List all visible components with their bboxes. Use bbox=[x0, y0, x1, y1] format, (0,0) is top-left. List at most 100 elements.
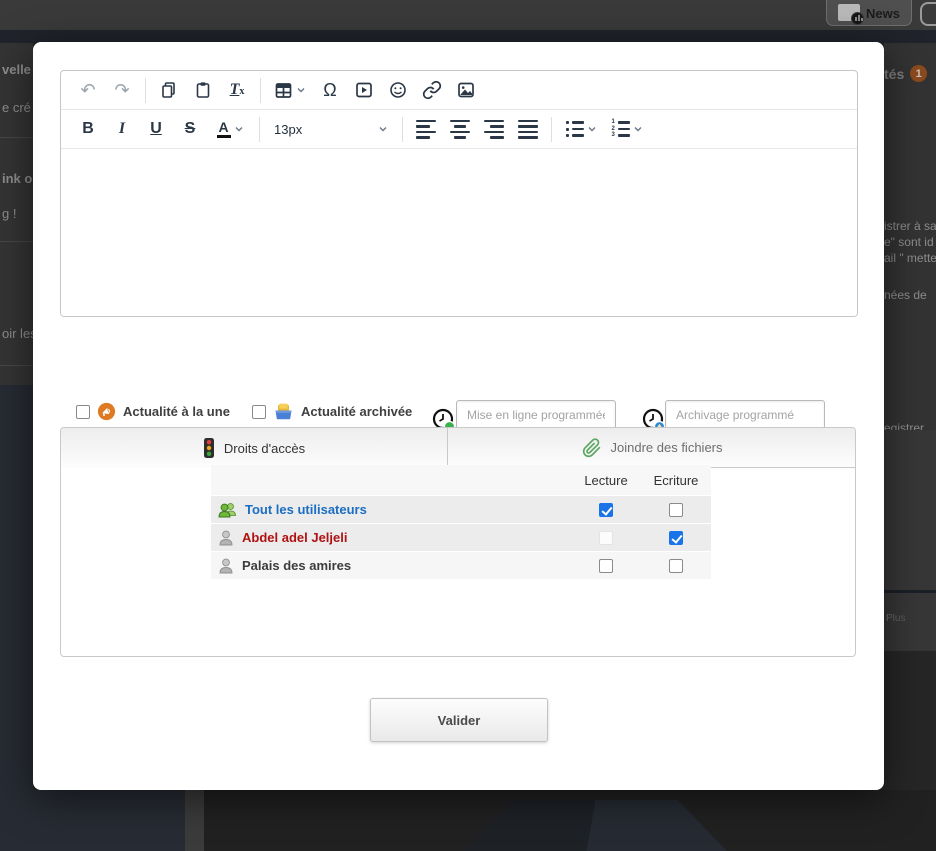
insert-link-button[interactable] bbox=[415, 74, 449, 106]
megaphone-orange-circle-icon bbox=[97, 402, 116, 421]
archive-date-input[interactable] bbox=[665, 400, 825, 430]
italic-button[interactable]: I bbox=[105, 113, 139, 145]
align-justify-button[interactable] bbox=[511, 113, 545, 145]
bg-text-fragment: g ! bbox=[2, 206, 16, 221]
news-editor-modal: ↶ ↷ bbox=[33, 42, 884, 790]
insert-media-button[interactable] bbox=[347, 74, 381, 106]
text-color-icon: A bbox=[217, 120, 231, 138]
tab-panel: Droits d'accès Joindre des fichiers Lect… bbox=[60, 427, 856, 657]
archive-box-icon bbox=[273, 402, 294, 421]
bg-text-fragment: e" sont id bbox=[884, 235, 934, 249]
smiley-icon bbox=[388, 80, 408, 100]
special-character-button[interactable]: Ω bbox=[313, 74, 347, 106]
copy-button[interactable] bbox=[152, 74, 186, 106]
notification-count-badge: 1 bbox=[910, 65, 927, 82]
ecriture-checkbox[interactable] bbox=[669, 559, 683, 573]
une-checkbox[interactable] bbox=[76, 405, 90, 419]
redo-button[interactable]: ↷ bbox=[105, 74, 139, 106]
clear-formatting-button[interactable]: Tx bbox=[220, 74, 254, 106]
column-header-lecture: Lecture bbox=[571, 473, 641, 488]
bg-text-fragment: e cré bbox=[2, 100, 31, 115]
background-top-bar: News bbox=[0, 0, 936, 30]
access-rights-table: Lecture Ecriture Tout les utilisateurs A… bbox=[211, 465, 711, 579]
ecriture-checkbox[interactable] bbox=[669, 531, 683, 545]
insert-image-button[interactable] bbox=[449, 74, 483, 106]
row-user-name: Tout les utilisateurs bbox=[245, 502, 367, 517]
une-checkbox-label: Actualité à la une bbox=[123, 404, 230, 419]
underline-button[interactable]: U bbox=[139, 113, 173, 145]
chevron-down-icon bbox=[587, 124, 597, 134]
bullet-list-button[interactable] bbox=[558, 113, 604, 145]
bg-text-fragment: ink o bbox=[2, 171, 32, 186]
background-right-edge: tés 1 istrer à sa e" sont id ail " mette… bbox=[884, 43, 936, 790]
undo-button[interactable]: ↶ bbox=[71, 74, 105, 106]
bold-button[interactable]: B bbox=[71, 113, 105, 145]
valider-button[interactable]: Valider bbox=[370, 698, 548, 742]
tab-droits-acces[interactable]: Droits d'accès bbox=[61, 428, 448, 468]
paperclip-icon bbox=[582, 438, 602, 458]
align-right-button[interactable] bbox=[477, 113, 511, 145]
rich-text-editor: ↶ ↷ bbox=[60, 70, 858, 317]
lecture-checkbox[interactable] bbox=[599, 503, 613, 517]
omega-icon: Ω bbox=[323, 81, 336, 99]
font-size-select[interactable]: 13px bbox=[266, 113, 396, 145]
redo-icon: ↷ bbox=[114, 81, 129, 99]
align-justify-icon bbox=[518, 120, 538, 139]
paste-button[interactable] bbox=[186, 74, 220, 106]
bg-text-fragment: oir les bbox=[2, 326, 33, 341]
underline-icon: U bbox=[150, 121, 162, 137]
publish-date-input[interactable] bbox=[456, 400, 616, 430]
numbered-list-icon: 1 2 3 bbox=[612, 121, 630, 137]
text-color-button[interactable]: A bbox=[207, 113, 253, 145]
tab-joindre-fichiers[interactable]: Joindre des fichiers bbox=[448, 428, 856, 468]
tab-label: Joindre des fichiers bbox=[611, 440, 723, 455]
chevron-down-icon bbox=[378, 124, 388, 134]
access-table-header: Lecture Ecriture bbox=[211, 465, 711, 495]
news-button: News bbox=[826, 0, 912, 26]
bg-text-fragment: nées de bbox=[884, 288, 927, 302]
table-row: Abdel adel Jeljeli bbox=[211, 524, 711, 551]
align-left-icon bbox=[416, 120, 436, 139]
user-icon bbox=[218, 529, 234, 547]
emoticons-button[interactable] bbox=[381, 74, 415, 106]
editor-toolbar-row-2: B I U S A bbox=[61, 110, 857, 149]
numbered-list-button[interactable]: 1 2 3 bbox=[604, 113, 650, 145]
bg-text-fragment: istrer à sa bbox=[884, 219, 936, 233]
background-bottom-content bbox=[204, 790, 936, 851]
ecriture-checkbox[interactable] bbox=[669, 503, 683, 517]
strikethrough-icon: S bbox=[185, 121, 196, 137]
paste-icon bbox=[193, 80, 213, 100]
align-center-button[interactable] bbox=[443, 113, 477, 145]
archive-checkbox-label: Actualité archivée bbox=[301, 404, 412, 419]
table-row: Palais des amires bbox=[211, 552, 711, 579]
undo-icon: ↶ bbox=[80, 81, 95, 99]
news-button-label: News bbox=[866, 6, 900, 21]
bullet-list-icon bbox=[566, 121, 584, 137]
tab-bar: Droits d'accès Joindre des fichiers bbox=[61, 428, 855, 468]
editor-content[interactable] bbox=[61, 149, 857, 316]
partial-button-icon bbox=[920, 2, 936, 26]
align-right-icon bbox=[484, 120, 504, 139]
bg-text-fragment: velle bbox=[2, 62, 31, 77]
user-icon bbox=[218, 557, 234, 575]
strikethrough-button[interactable]: S bbox=[173, 113, 207, 145]
bg-text-fragment: Plus bbox=[886, 613, 905, 624]
screen: News velle e cré ink o g ! oir les tés 1… bbox=[0, 0, 936, 851]
chevron-down-icon bbox=[234, 124, 244, 134]
align-left-button[interactable] bbox=[409, 113, 443, 145]
table-menu-button[interactable] bbox=[267, 74, 313, 106]
background-bottom-sidebar bbox=[0, 790, 185, 851]
group-users-icon bbox=[218, 501, 237, 519]
lecture-checkbox[interactable] bbox=[599, 559, 613, 573]
lecture-checkbox bbox=[599, 531, 613, 545]
font-size-value: 13px bbox=[274, 122, 302, 137]
traffic-light-icon bbox=[203, 437, 215, 459]
media-icon bbox=[354, 80, 374, 100]
access-table-body: Tout les utilisateurs Abdel adel Jeljeli… bbox=[211, 496, 711, 579]
align-center-icon bbox=[450, 120, 470, 139]
italic-icon: I bbox=[119, 121, 125, 137]
archive-checkbox[interactable] bbox=[252, 405, 266, 419]
bold-icon: B bbox=[82, 121, 94, 137]
bg-text-fragment: tés bbox=[884, 66, 904, 82]
row-user-name: Palais des amires bbox=[242, 558, 351, 573]
